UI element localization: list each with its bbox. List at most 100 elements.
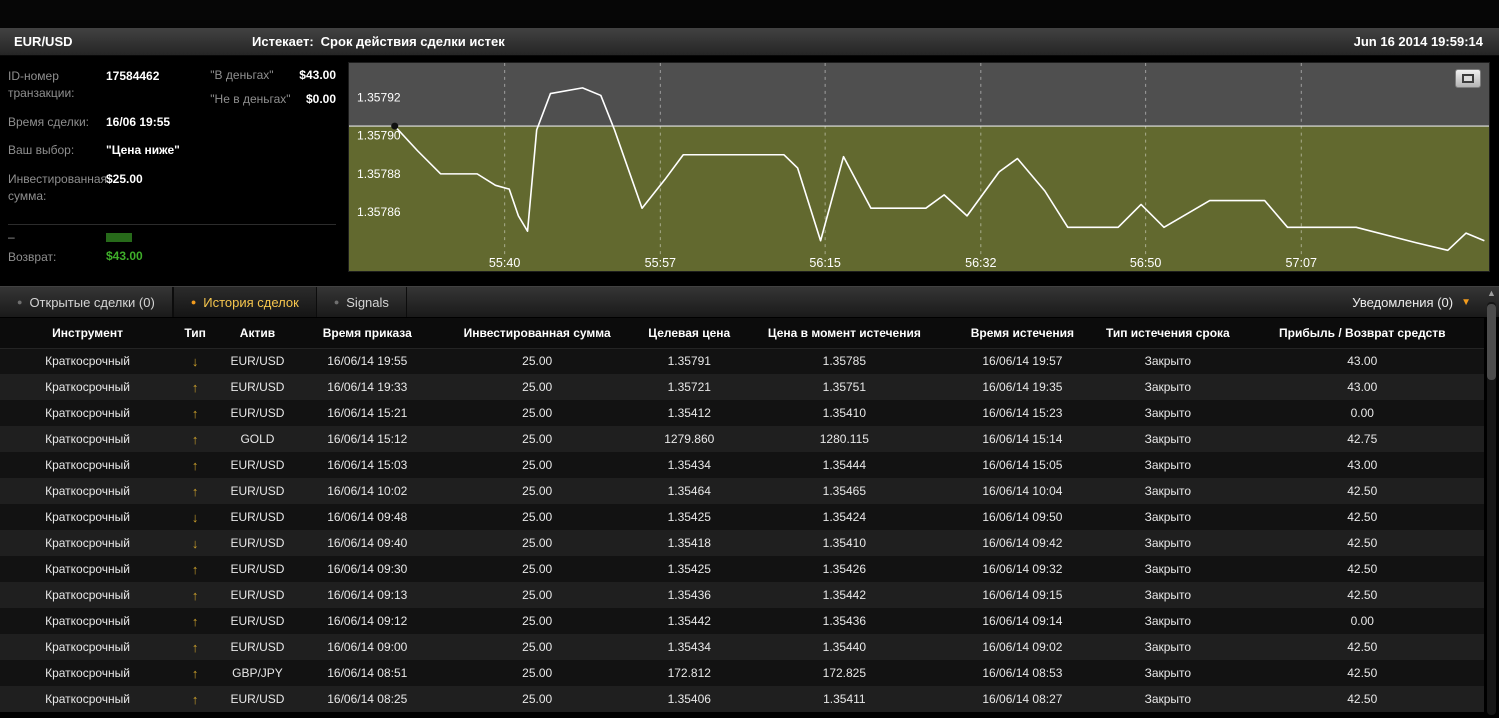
direction-cell: ↑ bbox=[175, 374, 215, 400]
direction-cell: ↑ bbox=[175, 478, 215, 504]
top-section: ID-номер транзакции: 17584462 Время сдел… bbox=[0, 56, 1499, 286]
arrow-up-icon: ↑ bbox=[191, 691, 199, 707]
table-cell: 16/06/14 09:50 bbox=[982, 510, 1063, 524]
table-cell: Краткосрочный bbox=[45, 666, 131, 680]
column-header: Прибыль / Возврат средств bbox=[1240, 318, 1484, 349]
table-cell: Краткосрочный bbox=[45, 510, 131, 524]
table-cell: 25.00 bbox=[522, 510, 553, 524]
direction-cell: ↑ bbox=[175, 400, 215, 426]
table-cell: EUR/USD bbox=[230, 484, 285, 498]
info-label: Время сделки: bbox=[8, 114, 89, 129]
table-cell: 16/06/14 15:05 bbox=[982, 458, 1063, 472]
chart-panel: 55:40 55:57 56:15 56:32 56:50 57:07 1.35792 1.3… bbox=[348, 62, 1490, 272]
table-cell: Закрыто bbox=[1144, 484, 1192, 498]
tab-label: История сделок bbox=[203, 294, 299, 310]
table-cell: 16/06/14 08:53 bbox=[982, 666, 1063, 680]
svg-text:56:15: 56:15 bbox=[809, 256, 840, 270]
arrow-up-icon: ↑ bbox=[191, 587, 199, 603]
table-cell: Краткосрочный bbox=[45, 432, 131, 446]
column-header: Тип истечения срока bbox=[1095, 318, 1241, 349]
info-row-choice: Ваш выбор: "Цена ниже" bbox=[8, 142, 210, 159]
table-cell: Краткосрочный bbox=[45, 406, 131, 420]
notifications-dropdown[interactable]: Уведомления (0) ▼ bbox=[1336, 287, 1499, 317]
table-cell: Закрыто bbox=[1144, 354, 1192, 369]
table-cell: GBP/JPY bbox=[232, 666, 283, 680]
trading-app: EUR/USD Истекает: Срок действия сделки и… bbox=[0, 0, 1499, 718]
table-cell: 16/06/14 08:25 bbox=[327, 692, 408, 706]
table-cell: 1.35411 bbox=[823, 692, 866, 706]
table-cell: Закрыто bbox=[1144, 380, 1192, 394]
table-cell: 16/06/14 09:48 bbox=[327, 510, 408, 524]
chart-popout-button[interactable] bbox=[1455, 69, 1481, 88]
trade-info-panel: ID-номер транзакции: 17584462 Время сдел… bbox=[0, 56, 346, 286]
table-row: Краткосрочный ↑ GOLD 16/06/14 15:12 25.00 127… bbox=[0, 426, 1484, 452]
column-header: Актив bbox=[215, 318, 300, 349]
monitor-icon bbox=[1462, 74, 1474, 83]
info-row-invested: Инвестированная сумма: $25.00 bbox=[8, 171, 210, 206]
scrollbar-thumb[interactable] bbox=[1487, 304, 1496, 380]
arrow-up-icon: ↑ bbox=[191, 431, 199, 447]
direction-cell: ↑ bbox=[175, 556, 215, 582]
history-table-body: Краткосрочный ↓ EUR/USD 16/06/14 19:55 25.00… bbox=[0, 348, 1484, 712]
table-cell: Закрыто bbox=[1144, 666, 1192, 680]
return-label: Возврат: bbox=[8, 250, 57, 265]
table-cell: 25.00 bbox=[522, 432, 553, 446]
table-cell: 1.35412 bbox=[667, 406, 711, 420]
tab-open-trades[interactable]: ● Открытые сделки (0) bbox=[0, 287, 173, 317]
tab-signals[interactable]: ● Signals bbox=[317, 287, 407, 317]
obscured-label: – bbox=[8, 230, 15, 245]
table-cell: 42.50 bbox=[1347, 562, 1378, 576]
direction-cell: ↑ bbox=[175, 452, 215, 478]
table-cell: 16/06/14 09:15 bbox=[982, 588, 1063, 602]
money-value: $43.00 bbox=[299, 68, 336, 82]
direction-cell: ↑ bbox=[175, 686, 215, 712]
table-cell: 1.35425 bbox=[667, 562, 711, 576]
table-cell: EUR/USD bbox=[230, 536, 285, 550]
table-cell: EUR/USD bbox=[230, 458, 285, 472]
direction-cell: ↑ bbox=[175, 634, 215, 660]
table-cell: 25.00 bbox=[522, 588, 553, 602]
table-cell: EUR/USD bbox=[230, 562, 285, 576]
tab-bullet-icon: ● bbox=[190, 297, 197, 307]
svg-text:56:50: 56:50 bbox=[1130, 256, 1161, 270]
table-cell: Закрыто bbox=[1144, 614, 1192, 628]
table-cell: 25.00 bbox=[522, 484, 553, 498]
column-header: Цена в момент истечения bbox=[738, 318, 950, 349]
table-cell: 1.35424 bbox=[822, 510, 867, 524]
arrow-up-icon: ↑ bbox=[191, 457, 199, 473]
table-row: Краткосрочный ↑ EUR/USD 16/06/14 09:00 25.00… bbox=[0, 634, 1484, 660]
table-cell: EUR/USD bbox=[230, 380, 285, 394]
info-label: Инвестированная сумма: bbox=[8, 171, 108, 203]
column-header: Время истечения bbox=[949, 318, 1096, 349]
table-row: Краткосрочный ↑ EUR/USD 16/06/14 09:30 25.00… bbox=[0, 556, 1484, 582]
expiry-text: Срок действия сделки истек bbox=[320, 34, 505, 49]
table-cell: 1.35426 bbox=[822, 562, 867, 576]
asset-title: EUR/USD bbox=[14, 34, 73, 49]
direction-cell: ↑ bbox=[175, 426, 215, 452]
table-cell: 16/06/14 09:40 bbox=[327, 536, 408, 550]
table-cell: 1280.115 bbox=[819, 432, 869, 446]
table-cell: 1.35791 bbox=[667, 354, 711, 369]
info-value: 16/06 19:55 bbox=[106, 114, 171, 129]
table-cell: Закрыто bbox=[1144, 588, 1192, 602]
table-cell: 16/06/14 19:57 bbox=[982, 354, 1063, 369]
table-cell: 1.35434 bbox=[667, 640, 711, 654]
scroll-up-arrow-icon[interactable]: ▲ bbox=[1485, 286, 1498, 300]
table-cell: 16/06/14 19:55 bbox=[327, 354, 408, 369]
table-cell: 1.35410 bbox=[822, 536, 867, 550]
table-cell: Закрыто bbox=[1144, 406, 1192, 420]
price-chart: 55:40 55:57 56:15 56:32 56:50 57:07 1.35792 1.3… bbox=[349, 63, 1489, 271]
table-cell: 16/06/14 15:14 bbox=[982, 432, 1063, 446]
tab-trade-history[interactable]: ● История сделок bbox=[172, 287, 317, 317]
direction-cell: ↑ bbox=[175, 582, 215, 608]
table-cell: Краткосрочный bbox=[45, 614, 131, 628]
table-cell: 25.00 bbox=[522, 380, 553, 394]
info-row-id: ID-номер транзакции: 17584462 bbox=[8, 68, 210, 103]
direction-cell: ↑ bbox=[175, 608, 215, 634]
arrow-up-icon: ↑ bbox=[191, 613, 199, 629]
table-cell: 1.35425 bbox=[667, 510, 711, 524]
table-cell: Закрыто bbox=[1144, 536, 1192, 550]
scrollbar-track[interactable] bbox=[1487, 302, 1496, 715]
table-cell: 16/06/14 10:04 bbox=[982, 484, 1063, 498]
table-cell: 16/06/14 15:23 bbox=[982, 406, 1063, 420]
